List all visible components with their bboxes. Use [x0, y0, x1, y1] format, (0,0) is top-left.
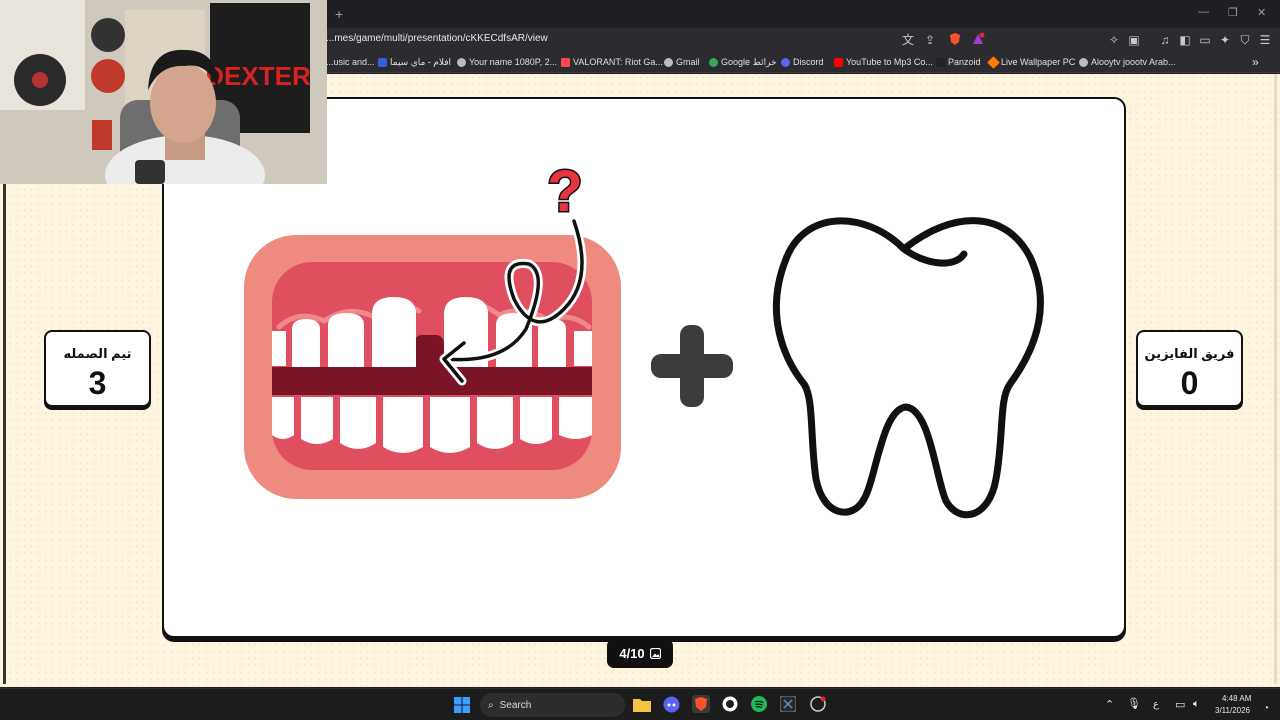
media-icon[interactable]: ♫ [1157, 32, 1173, 48]
webcam-video: DEXTER [0, 0, 327, 184]
bookmark-item[interactable]: ...usic and... [326, 57, 375, 67]
question-mark: ? [547, 159, 582, 224]
bookmark-item[interactable]: Google خرائط [709, 57, 777, 68]
menu-icon[interactable]: ☰ [1257, 32, 1273, 48]
notification-icon[interactable]: ◔ [1263, 703, 1269, 714]
team-left-score-card: تيم الصمله 3 [44, 330, 151, 407]
network-icon[interactable]: ▭ [1175, 698, 1185, 711]
bookmark-item[interactable]: Alooytv joootv Arab... [1079, 57, 1176, 67]
minimize-icon[interactable]: — [1198, 6, 1209, 18]
bookmark-item[interactable]: Gmail [664, 57, 700, 67]
translate-icon[interactable]: 文 [900, 32, 916, 48]
clock-time[interactable]: 4:48 AM [1222, 694, 1251, 703]
brave-browser-icon[interactable] [692, 695, 710, 718]
bookmark-item[interactable]: VALORANT: Riot Ga... [561, 57, 663, 67]
sidebar-icon[interactable]: ◧ [1177, 32, 1193, 48]
new-tab-button[interactable]: + [335, 6, 343, 22]
globe-icon [664, 57, 673, 67]
globe-icon [457, 57, 466, 67]
windows-start-icon[interactable] [454, 697, 470, 718]
obs-icon[interactable] [722, 696, 738, 717]
bookmark-item[interactable]: Live Wallpaper PC [987, 55, 1075, 69]
bookmark-item[interactable]: Discord [781, 57, 824, 67]
tooth-image [772, 217, 1044, 519]
volume-icon[interactable]: 🔈︎ [1193, 698, 1200, 711]
extensions-icon[interactable]: ✧ [1106, 32, 1122, 48]
screenshot-icon[interactable]: ▣ [1126, 32, 1142, 48]
bookmark-item[interactable]: Your name 1080P, 2... [457, 57, 557, 67]
file-explorer-icon[interactable] [633, 697, 651, 717]
taskbar-search[interactable]: ⌕ Search [480, 693, 625, 717]
team-right-score: 0 [1180, 365, 1199, 401]
question-counter[interactable]: 4/10 [607, 639, 673, 668]
youtube-icon [834, 57, 843, 67]
discord-icon [781, 57, 790, 67]
spotify-icon[interactable] [751, 696, 767, 717]
bookmarks-more-button[interactable]: » [1252, 55, 1259, 69]
close-icon[interactable]: ✕ [1257, 6, 1266, 19]
share-icon[interactable]: ⇪ [922, 32, 938, 48]
svg-text:DEXTER: DEXTER [205, 61, 311, 91]
clock-date[interactable]: 3/11/2026 [1215, 706, 1250, 715]
brave-rewards-icon[interactable] [970, 32, 986, 48]
team-left-name: تيم الصمله [63, 346, 132, 361]
app-icon[interactable] [810, 696, 826, 717]
webcam-overlay: DEXTER [0, 0, 327, 184]
scrollbar-track[interactable] [1274, 74, 1277, 684]
panzoid-icon [936, 57, 945, 67]
wallpaper-icon [987, 55, 1000, 69]
brave-shield-icon[interactable] [947, 32, 963, 48]
maps-pin-icon [709, 58, 718, 67]
bookmark-item[interactable]: Panzoid [936, 57, 981, 67]
excel-icon[interactable] [779, 695, 797, 717]
vpn-icon[interactable]: ⛉ [1237, 32, 1253, 48]
wallet-icon[interactable]: ▭ [1197, 32, 1213, 48]
microphone-icon[interactable]: 🎙︎ [1127, 697, 1141, 710]
url-field[interactable]: ...mes/game/multi/presentation/cKKECdfsA… [326, 33, 548, 44]
valorant-icon [561, 57, 570, 67]
bookmark-item[interactable]: YouTube to Mp3 Co... [834, 57, 933, 67]
team-right-score-card: فريق الفايزين 0 [1136, 330, 1243, 407]
search-icon: ⌕ [488, 699, 494, 711]
maximize-icon[interactable]: ❐ [1228, 6, 1238, 19]
mouth-image [244, 216, 621, 499]
globe-icon [1079, 57, 1088, 67]
bookmark-item[interactable]: افلام - ماي سيما [378, 57, 451, 68]
language-indicator[interactable]: ع [1153, 699, 1159, 710]
team-right-name: فريق الفايزين [1144, 346, 1235, 361]
windows-taskbar: ⌕ Search ⌃ 🎙︎ ع ▭ 🔈︎ 4:48 AM 3/11/2026 ◔ [0, 688, 1280, 720]
leo-ai-icon[interactable]: ✦ [1217, 32, 1233, 48]
discord-icon[interactable] [663, 696, 680, 718]
plus-icon [651, 325, 733, 407]
image-icon [649, 648, 661, 659]
team-left-score: 3 [88, 365, 107, 401]
tray-overflow-icon[interactable]: ⌃ [1105, 698, 1114, 711]
bookmark-icon [378, 58, 387, 67]
search-label: Search [499, 699, 532, 711]
counter-text: 4/10 [619, 646, 645, 661]
